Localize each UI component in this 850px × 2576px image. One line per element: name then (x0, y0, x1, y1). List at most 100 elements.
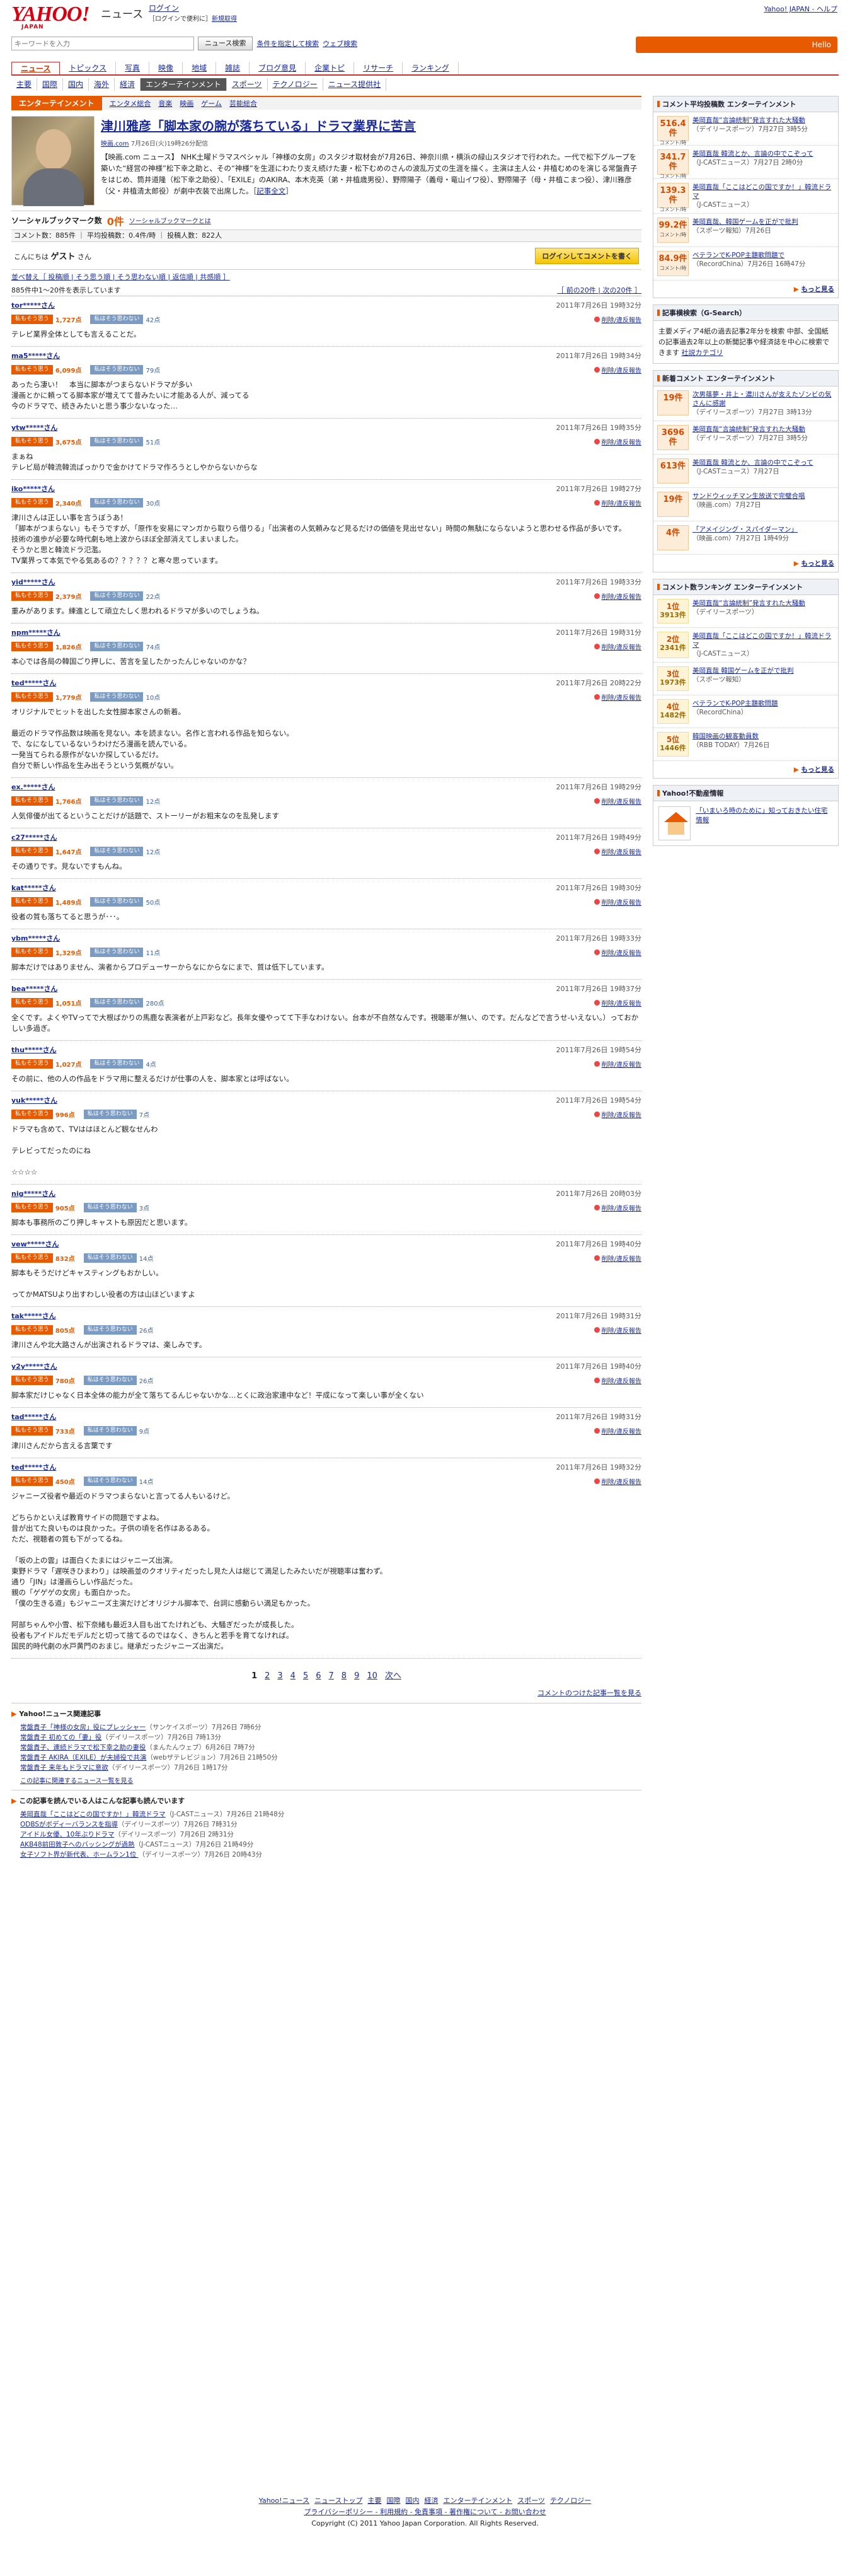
social-bookmark-help[interactable]: ソーシャルブックマークとは (129, 216, 211, 225)
realestate-text[interactable]: 「いまいろ時のために」知っておきたい住宅情報 (696, 806, 833, 840)
sort-options[interactable]: 並べ替え［ 投稿順 | そう思う順 | そう思わない順 | 返信順 | 共感順 … (11, 270, 641, 285)
report-link[interactable]: 削除/違反報告 (594, 796, 641, 806)
disagree-button[interactable]: 私はそう思わない (83, 1253, 137, 1263)
comment-user[interactable]: c27*****さん (11, 832, 57, 842)
pager-link[interactable]: 2 (265, 1671, 270, 1681)
related-item-title[interactable]: 女子ソフト界が新代表、ホームラン1位 (20, 1851, 139, 1859)
related-item-title[interactable]: ODBSがボディーバランスを指導 (20, 1821, 118, 1828)
gnav-item[interactable]: 雑誌 (216, 62, 250, 74)
report-link[interactable]: 削除/違反報告 (594, 1376, 641, 1385)
pager-link[interactable]: 次へ (385, 1671, 401, 1681)
pager-link[interactable]: 9 (354, 1671, 359, 1681)
comment-user[interactable]: tor*****さん (11, 300, 55, 310)
category-tab[interactable]: ニュース提供社 (323, 78, 387, 91)
agree-button[interactable]: 私もそう思う (11, 1425, 53, 1436)
report-label[interactable]: 削除/違反報告 (602, 1203, 641, 1212)
login-to-comment-button[interactable]: ログインしてコメントを書く (535, 247, 639, 264)
sidebar-item-title[interactable]: 美岡直哉“言論統制”発言すれた大騒動 (692, 426, 805, 433)
footer-link[interactable]: スポーツ (517, 2497, 545, 2505)
disagree-button[interactable]: 私はそう思わない (83, 1109, 137, 1119)
comment-user[interactable]: yid*****さん (11, 577, 55, 587)
report-label[interactable]: 削除/違反報告 (602, 796, 641, 806)
report-link[interactable]: 削除/違反報告 (594, 1203, 641, 1212)
report-label[interactable]: 削除/違反報告 (602, 1477, 641, 1486)
comment-user[interactable]: kat*****さん (11, 883, 56, 893)
comment-user[interactable]: ma5*****さん (11, 351, 60, 361)
disagree-button[interactable]: 私はそう思わない (90, 846, 144, 856)
comment-user[interactable]: ex.*****さん (11, 782, 55, 792)
comment-user[interactable]: npm*****さん (11, 627, 60, 637)
gnav-item[interactable]: リサーチ (354, 62, 403, 74)
footer-link[interactable]: 経済 (424, 2497, 438, 2505)
report-label[interactable]: 削除/違反報告 (602, 1110, 641, 1119)
agree-button[interactable]: 私もそう思う (11, 364, 53, 374)
gnav-item[interactable]: 地域 (183, 62, 217, 74)
disagree-button[interactable]: 私はそう思わない (90, 947, 144, 957)
disagree-button[interactable]: 私はそう思わない (83, 1202, 137, 1212)
category-label[interactable]: エンターテインメント (11, 96, 102, 110)
agree-button[interactable]: 私もそう思う (11, 692, 53, 702)
comment-user[interactable]: bea*****さん (11, 983, 58, 994)
report-label[interactable]: 削除/違反報告 (602, 847, 641, 856)
search-input[interactable] (11, 37, 194, 50)
report-label[interactable]: 削除/違反報告 (602, 498, 641, 508)
sidebar-item-title[interactable]: 美岡直哉「ここはどこの国ですか！」韓流ドラマ (692, 183, 831, 200)
related-item-title[interactable]: 常盤貴子 初めての「妻」役 (20, 1734, 101, 1741)
report-link[interactable]: 削除/違反報告 (594, 1253, 641, 1263)
pager-link[interactable]: 5 (303, 1671, 308, 1681)
page-nav-top[interactable]: ［ 前の20件 | 次の20件 ］ (557, 285, 641, 296)
category-tab[interactable]: 経済 (115, 78, 141, 91)
comment-user[interactable]: tak*****さん (11, 1311, 56, 1321)
sidebar-more-link[interactable]: もっと見る (801, 766, 835, 774)
gnav-item[interactable]: ニュース (11, 62, 60, 74)
agree-button[interactable]: 私もそう思う (11, 1325, 53, 1335)
pager-link[interactable]: 7 (329, 1671, 334, 1681)
sidebar-item-title[interactable]: 韓国映画の観客動員数 (692, 733, 759, 740)
report-link[interactable]: 削除/違反報告 (594, 1477, 641, 1486)
agree-button[interactable]: 私もそう思う (11, 591, 53, 601)
subcategory-link[interactable]: ゲーム (201, 98, 222, 108)
disagree-button[interactable]: 私はそう思わない (90, 364, 144, 374)
gnav-item[interactable]: ランキング (403, 62, 459, 74)
footer-link[interactable]: Yahoo!ニュース (259, 2497, 309, 2505)
sidebar-item-title[interactable]: サンドウィッチマン生放送で完璧合唱 (692, 492, 805, 500)
sidebar-item-title[interactable]: 美岡直哉“言論統制”発言すれた大騒動 (692, 600, 805, 607)
category-tab[interactable]: テクノロジー (268, 78, 323, 91)
yahoo-logo[interactable]: YAHOO! (11, 3, 90, 26)
sidebar-item-title[interactable]: 美岡直哉“言論統制”発言すれた大騒動 (692, 117, 805, 124)
pager-link[interactable]: 8 (342, 1671, 347, 1681)
sidebar-item-title[interactable]: 「アメイジング・スパイダーマン」 (692, 526, 798, 533)
pager-link[interactable]: 4 (290, 1671, 296, 1681)
agree-button[interactable]: 私もそう思う (11, 436, 53, 446)
agree-button[interactable]: 私もそう思う (11, 497, 53, 508)
disagree-button[interactable]: 私はそう思わない (90, 436, 144, 446)
comment-user[interactable]: y2y*****さん (11, 1361, 57, 1371)
report-link[interactable]: 削除/違反報告 (594, 1059, 641, 1069)
disagree-button[interactable]: 私はそう思わない (90, 497, 144, 508)
comment-user[interactable]: nig*****さん (11, 1188, 55, 1198)
footer-link[interactable]: 主要 (367, 2497, 381, 2505)
report-link[interactable]: 削除/違反報告 (594, 1325, 641, 1335)
category-tab[interactable]: 主要 (11, 78, 38, 91)
pager-link[interactable]: 10 (367, 1671, 377, 1681)
agree-button[interactable]: 私もそう思う (11, 314, 53, 324)
related-item-title[interactable]: 美岡直哉「ここはどこの国ですか！」韓流ドラマ (20, 1811, 166, 1818)
disagree-button[interactable]: 私はそう思わない (90, 641, 144, 651)
report-label[interactable]: 削除/違反報告 (602, 948, 641, 957)
agree-button[interactable]: 私もそう思う (11, 997, 53, 1007)
disagree-button[interactable]: 私はそう思わない (90, 314, 144, 324)
header-right-links[interactable]: Yahoo! JAPAN - ヘルプ (764, 4, 837, 14)
agree-button[interactable]: 私もそう思う (11, 896, 53, 907)
sidebar-item-title[interactable]: ベテランでK-POP主題歌問題で (692, 252, 784, 259)
comment-user[interactable]: ted*****さん (11, 678, 56, 688)
report-label[interactable]: 削除/違反報告 (602, 1376, 641, 1385)
comment-user[interactable]: ybm*****さん (11, 933, 60, 943)
subcategory-link[interactable]: 芸能総合 (229, 98, 257, 108)
sidebar-item-title[interactable]: ベテランでK-POP主題歌問題 (692, 700, 778, 707)
sidebar-more-link[interactable]: もっと見る (801, 286, 835, 293)
pager-link[interactable]: 3 (277, 1671, 282, 1681)
commented-articles-link[interactable]: コメントのつけた記事一覧を見る (537, 1689, 641, 1697)
report-link[interactable]: 削除/違反報告 (594, 365, 641, 374)
disagree-button[interactable]: 私はそう思わない (90, 692, 144, 702)
agree-button[interactable]: 私もそう思う (11, 1059, 53, 1069)
